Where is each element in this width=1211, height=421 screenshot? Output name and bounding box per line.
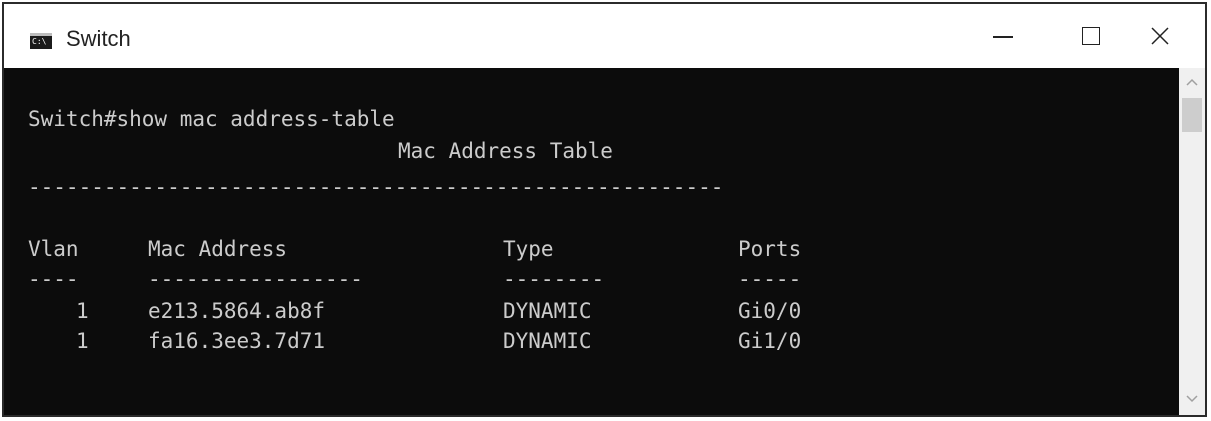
header-ports: Ports (738, 237, 802, 261)
minimize-button[interactable] (959, 4, 1047, 68)
scroll-up-button[interactable] (1179, 70, 1205, 94)
header-vlan: Vlan (28, 237, 79, 261)
table-title: Mac Address Table (398, 139, 613, 163)
underline-type: -------- (503, 267, 605, 291)
table-row-ports: Gi0/0 (738, 299, 802, 323)
table-row-type: DYNAMIC (503, 329, 592, 353)
header-mac: Mac Address (148, 237, 288, 261)
underline-vlan: ---- (28, 267, 79, 291)
table-row-mac: e213.5864.ab8f (148, 299, 326, 323)
close-button[interactable] (1114, 4, 1205, 68)
header-type: Type (503, 237, 554, 261)
table-row-vlan: 1 (76, 329, 89, 353)
console-window: C:\ Switch Switch#show mac address-table… (2, 2, 1207, 417)
prompt-line: Switch#show mac address-table (28, 107, 395, 131)
title-bar[interactable]: C:\ Switch (4, 4, 1205, 68)
terminal-output[interactable]: Switch#show mac address-table Mac Addres… (4, 68, 1179, 415)
separator-line: ----------------------------------------… (28, 175, 724, 199)
chevron-down-icon (1186, 395, 1198, 403)
vertical-scrollbar[interactable] (1179, 68, 1205, 415)
chevron-up-icon (1186, 78, 1198, 86)
table-row-type: DYNAMIC (503, 299, 592, 323)
minimize-icon (993, 36, 1013, 38)
table-row-mac: fa16.3ee3.7d71 (148, 329, 326, 353)
window-title: Switch (66, 26, 131, 51)
underline-mac: ----------------- (148, 267, 363, 291)
scroll-down-button[interactable] (1179, 387, 1205, 411)
console-icon[interactable]: C:\ (30, 33, 52, 49)
underline-ports: ----- (738, 267, 802, 291)
table-row-vlan: 1 (76, 299, 89, 323)
maximize-icon (1082, 27, 1100, 45)
scroll-thumb[interactable] (1182, 98, 1202, 132)
close-icon (1150, 27, 1169, 45)
table-row-ports: Gi1/0 (738, 329, 802, 353)
